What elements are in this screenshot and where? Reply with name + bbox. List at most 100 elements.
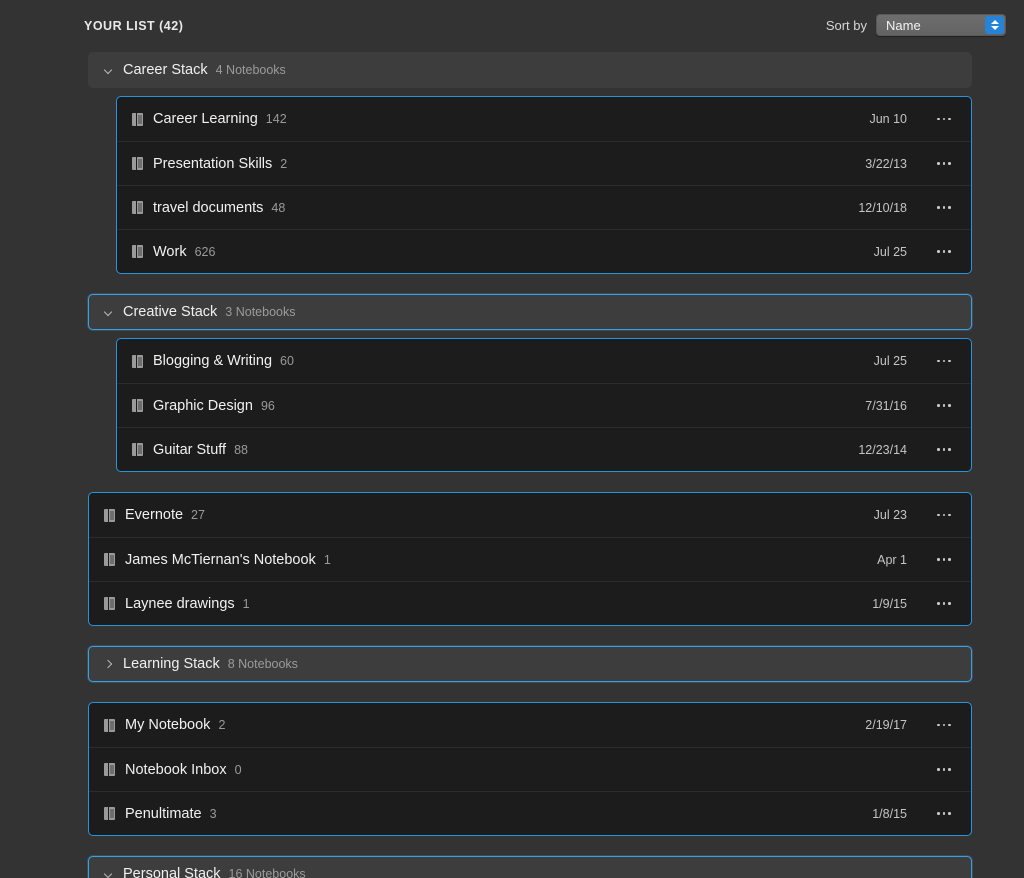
- notebook-row[interactable]: Penultimate 3 1/8/15: [89, 791, 971, 835]
- notebook-icon: [132, 354, 143, 368]
- notebook-name: Presentation Skills: [153, 155, 273, 172]
- notebook-note-count: 2: [218, 718, 226, 732]
- more-options-icon[interactable]: [933, 396, 955, 416]
- notebook-date: 7/31/16: [865, 398, 907, 413]
- sort-control: Sort by Name: [826, 14, 1006, 36]
- notebook-icon: [104, 763, 115, 776]
- stack-name: Career Stack: [123, 62, 208, 78]
- dot: [937, 404, 940, 407]
- chevron-right-icon[interactable]: [103, 658, 115, 670]
- page-title: YOUR LIST (42): [84, 19, 184, 33]
- chevron-down-icon[interactable]: [103, 64, 115, 76]
- dot: [937, 558, 940, 561]
- more-options-icon[interactable]: [933, 760, 955, 780]
- notebook-list[interactable]: Career Stack 4 Notebooks Career Learning 14…: [0, 52, 1024, 878]
- notebook-icon: [132, 399, 143, 412]
- notebook-name: Evernote: [125, 507, 184, 523]
- dot: [942, 162, 946, 165]
- notebook-name: Laynee drawings: [125, 595, 235, 612]
- notebook-note-count: 626: [194, 244, 216, 259]
- more-options-icon[interactable]: [933, 198, 955, 218]
- notebook-row[interactable]: Presentation Skills 2 3/22/13: [117, 141, 971, 185]
- dot: [948, 359, 951, 363]
- notebook-name: travel documents: [153, 199, 264, 216]
- more-options-icon[interactable]: [933, 440, 955, 460]
- stack-header-career-stack[interactable]: Career Stack 4 Notebooks: [88, 52, 972, 88]
- notebook-row[interactable]: Evernote 27 Jul 23: [89, 493, 971, 537]
- stack-header-learning-stack[interactable]: Learning Stack 8 Notebooks: [88, 646, 972, 682]
- notebook-date: Jun 10: [869, 112, 907, 126]
- more-options-icon[interactable]: [933, 505, 955, 525]
- notebook-row[interactable]: travel documents 48 12/10/18: [117, 185, 971, 229]
- notebook-icon: [132, 443, 143, 456]
- stepper-icon[interactable]: [985, 16, 1004, 34]
- notebook-row[interactable]: Notebook Inbox 0: [89, 747, 971, 791]
- notebook-row[interactable]: Guitar Stuff 88 12/23/14: [117, 427, 971, 471]
- notebook-row[interactable]: Career Learning 142 Jun 10: [117, 97, 971, 141]
- notebook-row[interactable]: Laynee drawings 1 1/9/15: [89, 581, 971, 625]
- more-options-icon[interactable]: [933, 154, 955, 174]
- notebook-date: Jul 23: [873, 508, 907, 522]
- notebook-row[interactable]: Graphic Design 96 7/31/16: [117, 383, 971, 427]
- dot: [937, 250, 940, 253]
- dot: [948, 558, 951, 561]
- more-options-icon[interactable]: [933, 109, 955, 129]
- more-options-icon[interactable]: [933, 242, 955, 262]
- stack-header-creative-stack[interactable]: Creative Stack 3 Notebooks: [88, 294, 972, 330]
- dot: [942, 117, 946, 121]
- chevron-down-icon[interactable]: [103, 306, 115, 318]
- dot: [948, 513, 951, 517]
- more-options-icon[interactable]: [933, 351, 955, 371]
- notebook-row[interactable]: James McTiernan's Notebook 1 Apr 1: [89, 537, 971, 581]
- dot: [948, 404, 951, 407]
- stack-name: Creative Stack: [123, 304, 218, 320]
- dot: [942, 812, 946, 815]
- notebook-group: Career Learning 142 Jun 10 Presentation Ski…: [116, 96, 972, 274]
- chevron-down-icon[interactable]: [103, 868, 115, 878]
- dot: [937, 513, 940, 517]
- dot: [942, 558, 946, 561]
- notebook-note-count: 88: [234, 442, 248, 457]
- notebook-name: Blogging & Writing: [153, 353, 273, 369]
- dot: [948, 206, 951, 209]
- more-options-icon[interactable]: [933, 594, 955, 614]
- dot: [937, 206, 940, 209]
- sort-by-select[interactable]: Name: [876, 14, 1006, 36]
- notebook-name: Career Learning: [153, 111, 258, 127]
- sort-by-value: Name: [886, 17, 921, 33]
- notebook-group: Blogging & Writing 60 Jul 25 Graphic Design…: [116, 338, 972, 472]
- dot: [948, 448, 951, 451]
- more-options-icon[interactable]: [933, 715, 955, 735]
- dot: [948, 117, 951, 121]
- stack-notebook-count: 16 Notebooks: [228, 867, 306, 878]
- notebook-icon: [104, 508, 115, 522]
- notebook-date: 12/23/14: [858, 442, 907, 457]
- notebook-name: Work: [153, 243, 187, 260]
- notebook-note-count: 48: [271, 200, 286, 215]
- stack-name: Personal Stack: [123, 866, 221, 878]
- list-toolbar: YOUR LIST (42) Sort by Name: [0, 0, 1024, 52]
- notebook-date: 3/22/13: [865, 156, 907, 171]
- notebook-note-count: 96: [260, 398, 275, 413]
- more-options-icon[interactable]: [933, 804, 955, 824]
- notebook-row[interactable]: Blogging & Writing 60 Jul 25: [117, 339, 971, 383]
- more-options-icon[interactable]: [933, 550, 955, 570]
- notebook-row[interactable]: My Notebook 2 2/19/17: [89, 703, 971, 747]
- notebook-date: Apr 1: [877, 552, 907, 567]
- notebook-group: My Notebook 2 2/19/17 Notebook Inbox 0 Penult…: [88, 702, 972, 836]
- notebook-icon: [132, 157, 143, 170]
- dot: [937, 812, 940, 815]
- notebook-date: Jul 25: [873, 244, 907, 259]
- notebook-row[interactable]: Work 626 Jul 25: [117, 229, 971, 273]
- dot: [948, 723, 951, 727]
- dot: [942, 448, 946, 451]
- stack-header-personal-stack[interactable]: Personal Stack 16 Notebooks: [88, 856, 972, 878]
- dot: [942, 513, 946, 517]
- notebook-note-count: 1: [323, 552, 331, 567]
- dot: [942, 250, 946, 253]
- notebook-list-page: YOUR LIST (42) Sort by Name Career Stack…: [0, 0, 1024, 878]
